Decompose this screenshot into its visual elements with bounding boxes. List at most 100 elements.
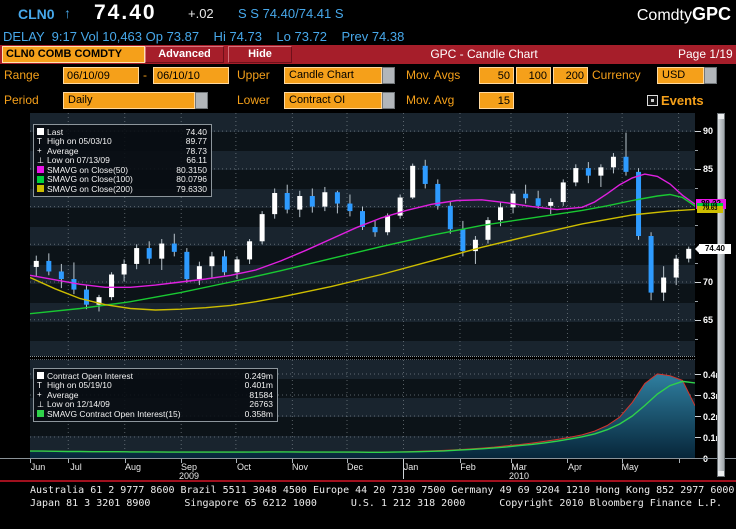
footer-japan: Japan 81 3 3201 8900 <box>30 498 151 509</box>
y-tick-label: 90 <box>703 126 714 136</box>
upper-label: Upper <box>237 68 270 82</box>
legend-value: 80.3150 <box>176 164 207 175</box>
legend-label: SMAVG on Close(200) <box>47 183 133 194</box>
select-thumb[interactable] <box>382 67 395 84</box>
legend-value: 79.6330 <box>176 183 207 194</box>
y-tick <box>695 169 701 170</box>
legend-row: T High on 05/19/10 0.401m <box>37 380 273 391</box>
security-input[interactable]: CLN0 COMB COMDTY <box>2 46 145 63</box>
month-tick <box>68 459 69 463</box>
y-tick-label: 65 <box>703 315 714 325</box>
bloomberg-footer: Australia 61 2 9777 8600 Brazil 5511 304… <box>0 480 736 529</box>
lower-chart-select[interactable]: Contract OI <box>284 92 395 109</box>
low-marker-icon: ⊥ <box>37 155 44 165</box>
upper-legend: Last 74.40 T High on 05/03/10 89.77 + Average 7… <box>33 124 212 197</box>
y-minor-tick <box>695 301 698 302</box>
y-minor-tick <box>695 150 698 151</box>
app-name-bold: GPC <box>691 4 731 24</box>
legend-value: 0.401m <box>244 380 273 391</box>
upper-chart-select[interactable]: Candle Chart <box>284 67 395 84</box>
range-from-input[interactable] <box>63 67 139 84</box>
legend-label: SMAVG on Close(50) <box>47 164 129 175</box>
mov-avg-100-input[interactable] <box>516 67 551 84</box>
mov-avg-15-input[interactable] <box>479 92 514 109</box>
upper-price-plot[interactable]: Last 74.40 T High on 05/03/10 89.77 + Average 7… <box>30 113 695 356</box>
legend-label: High on 05/03/10 <box>47 136 112 147</box>
quote-header: CLN0 ↑ 74.40 +.02 S S 74.40/74.41 S Comd… <box>0 0 736 28</box>
y-minor-tick <box>695 263 698 264</box>
month-label: Dec <box>346 462 364 472</box>
footer-line-1: Australia 61 2 9777 8600 Brazil 5511 304… <box>30 485 735 496</box>
legend-row: + Average 81584 <box>37 390 273 400</box>
select-thumb[interactable] <box>195 92 208 109</box>
legend-row: + Average 78.73 <box>37 146 207 156</box>
select-thumb[interactable] <box>704 67 717 84</box>
legend-value: 78.73 <box>185 145 207 156</box>
legend-row: SMAVG on Close(100) 80.0796 <box>37 174 207 184</box>
month-label: Nov <box>291 462 309 472</box>
y-tick-label: 85 <box>703 164 714 174</box>
scrollbar-bottom-cap[interactable] <box>718 471 724 476</box>
period-select[interactable]: Daily <box>63 92 208 109</box>
currency-label: Currency <box>592 68 641 82</box>
app-name-plain: Comdty <box>636 7 692 24</box>
month-label: Jul <box>70 462 82 472</box>
legend-value: 0.249m <box>244 370 273 381</box>
month-label: Jan <box>403 462 419 472</box>
month-label: Feb <box>460 462 476 472</box>
range-dash: - <box>143 68 147 82</box>
legend-label: Low on 07/13/09 <box>47 155 110 166</box>
legend-swatch-icon <box>37 166 44 174</box>
period-label: Period <box>4 93 39 107</box>
hide-button[interactable]: Hide <box>228 46 292 63</box>
advanced-button[interactable]: Advanced <box>145 46 224 63</box>
mov-avg-200-input[interactable] <box>553 67 588 84</box>
chart-panel: Last 74.40 T High on 05/03/10 89.77 + Average 7… <box>0 113 736 481</box>
last-price: 74.40 <box>94 1 157 24</box>
footer-us: U.S. 1 212 318 2000 <box>350 498 466 509</box>
avg-marker-icon: + <box>37 146 42 156</box>
events-checkbox[interactable] <box>647 95 658 106</box>
y-minor-tick <box>695 188 698 189</box>
legend-swatch-icon <box>37 175 44 183</box>
y-tick <box>695 416 701 417</box>
legend-label: Average <box>47 145 79 156</box>
range-to-input[interactable] <box>153 67 229 84</box>
footer-singapore: Singapore 65 6212 1000 <box>184 498 317 509</box>
legend-value: 26763 <box>249 399 273 410</box>
legend-row: ⊥ Low on 12/14/09 26763 <box>37 399 273 410</box>
function-title: GPC - Candle Chart <box>430 47 538 61</box>
page-indicator[interactable]: Page 1/19 <box>678 47 733 61</box>
legend-row: Contract Open Interest 0.249m <box>37 371 273 381</box>
bid-ask-quote: S S 74.40/74.41 S <box>238 6 344 21</box>
legend-value: 66.11 <box>186 155 207 166</box>
price-tag: 79.63 <box>697 206 723 213</box>
mov-avg-label: Mov. Avg <box>406 93 455 107</box>
y-minor-tick <box>695 339 698 340</box>
y-tick <box>695 395 701 396</box>
avg-marker-icon: + <box>37 390 42 400</box>
legend-value: 74.40 <box>185 126 207 137</box>
events-label[interactable]: Events <box>661 93 704 108</box>
currency-select[interactable]: USD <box>657 67 717 84</box>
high-marker-icon: T <box>37 136 42 146</box>
y-tick <box>695 131 701 132</box>
mov-avg-50-input[interactable] <box>479 67 514 84</box>
y-tick <box>695 374 701 375</box>
month-label: Apr <box>567 462 583 472</box>
function-toolbar: CLN0 COMB COMDTY Advanced Hide GPC - Can… <box>0 45 736 64</box>
price-change: +.02 <box>188 6 214 21</box>
app-name: ComdtyGPC <box>637 4 731 25</box>
lower-oi-plot[interactable]: Contract Open Interest 0.249m T High on 05/… <box>30 360 695 458</box>
mov-avgs-label: Mov. Avgs <box>406 68 461 82</box>
stats-header: DELAY 9:17 Vol 10,463 Op 73.87 Hi 74.73 … <box>0 28 736 45</box>
legend-value: 0.358m <box>244 408 273 419</box>
vertical-scrollbar[interactable] <box>717 113 725 477</box>
scrollbar-top-cap[interactable] <box>718 114 724 119</box>
price-tag: 74.40 <box>695 244 731 254</box>
settings-row-2: Period Daily Lower Contract OI Mov. Avg … <box>0 89 736 114</box>
delay-stats-line: DELAY 9:17 Vol 10,463 Op 73.87 Hi 74.73 … <box>3 29 405 44</box>
lower-legend: Contract Open Interest 0.249m T High on 05/… <box>33 368 278 422</box>
footer-line-2: Japan 81 3 3201 8900 Singapore 65 6212 1… <box>30 498 722 509</box>
select-thumb[interactable] <box>382 92 395 109</box>
